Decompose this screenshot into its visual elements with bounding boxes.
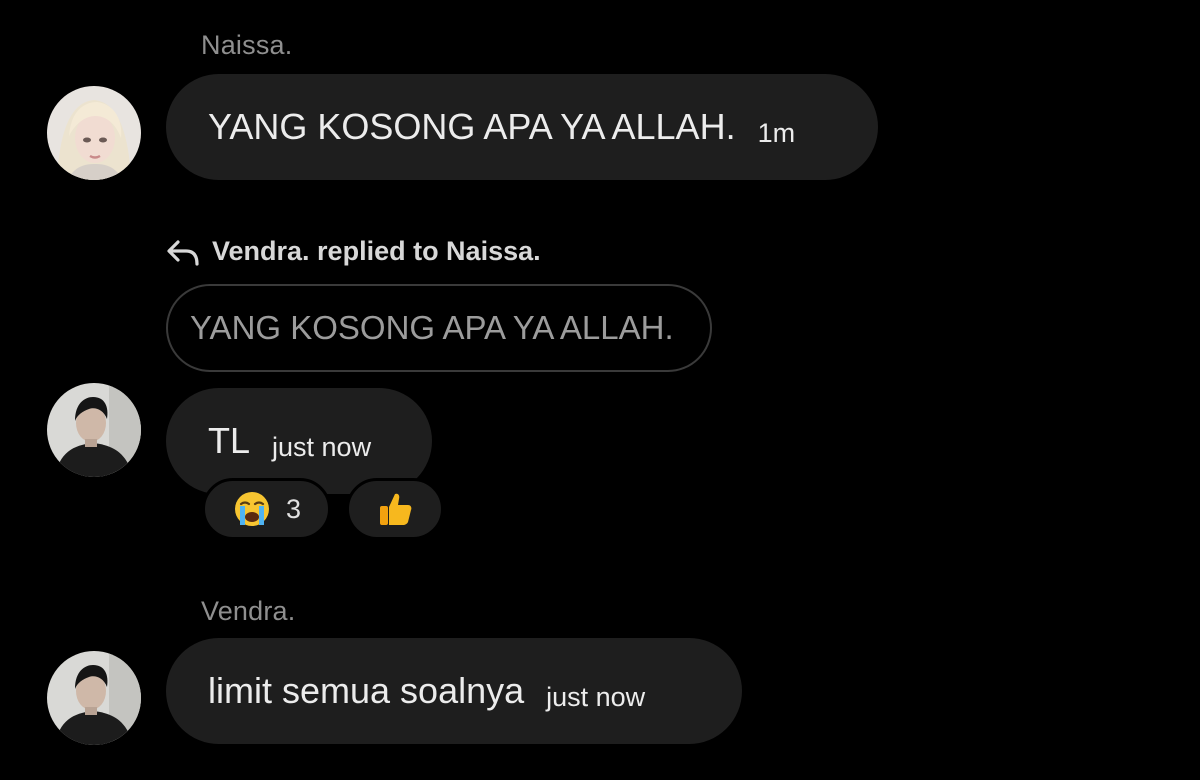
reply-arrow-icon [167, 239, 199, 266]
quoted-message[interactable]: YANG KOSONG APA YA ALLAH. [166, 284, 712, 372]
message-bubble[interactable]: limit semua soalnya just now [166, 638, 742, 744]
naissa-avatar-image [47, 86, 141, 180]
reply-context-label: Vendra. replied to Naissa. [212, 236, 541, 266]
reaction-crying[interactable]: 3 [202, 478, 331, 540]
sender-name: Vendra. [201, 596, 296, 626]
message-text: TL [208, 420, 251, 461]
chat-thread: Naissa. YANG KOSONG APA YA ALLAH. 1m Ven… [0, 0, 1200, 780]
avatar[interactable] [47, 651, 141, 745]
message-timestamp: 1m [757, 117, 796, 148]
message-text: limit semua soalnya [208, 670, 525, 711]
sender-name: Naissa. [201, 30, 293, 60]
message-text: YANG KOSONG APA YA ALLAH. [208, 106, 736, 147]
thumbs-up-icon [380, 493, 412, 525]
reply-context[interactable]: Vendra. replied to Naissa. [166, 236, 541, 267]
reaction-count: 3 [285, 493, 302, 524]
vendra-avatar-image [47, 651, 141, 745]
reaction-thumbs-up[interactable] [346, 478, 444, 540]
vendra-avatar-image [47, 383, 141, 477]
avatar[interactable] [47, 383, 141, 477]
message-timestamp: just now [546, 681, 646, 712]
crying-face-icon [234, 492, 269, 526]
avatar[interactable] [47, 86, 141, 180]
message-timestamp: just now [272, 431, 372, 462]
message-bubble[interactable]: YANG KOSONG APA YA ALLAH. 1m [166, 74, 878, 180]
